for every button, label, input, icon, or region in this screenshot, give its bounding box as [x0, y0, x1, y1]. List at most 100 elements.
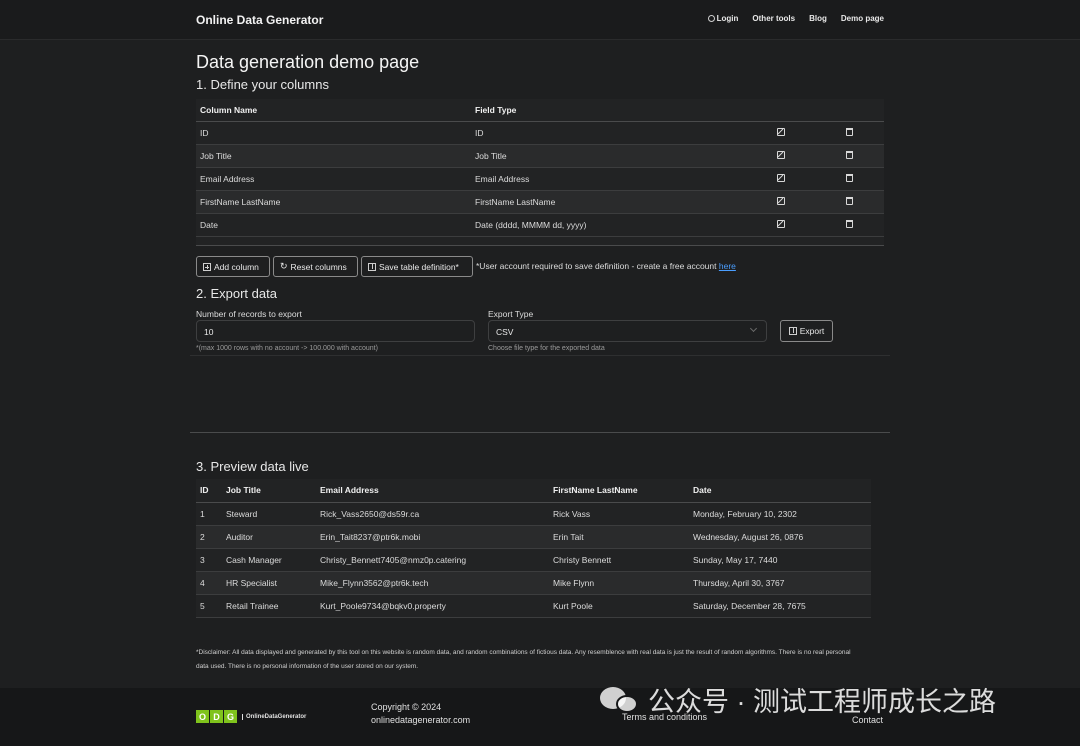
- reset-columns-button[interactable]: ↻ Reset columns: [273, 256, 358, 277]
- column-header-name: Column Name: [196, 99, 471, 122]
- field-type-cell: FirstName LastName: [471, 190, 746, 214]
- cell-email: Christy_Bennett7405@nmz0p.catering: [316, 548, 549, 572]
- field-type-cell: Email Address: [471, 167, 746, 191]
- edit-icon[interactable]: [776, 127, 785, 136]
- copyright-text: Copyright © 2024: [371, 702, 442, 712]
- table-footer-bar: [196, 237, 884, 246]
- cell-id: 5: [196, 594, 222, 618]
- trash-icon[interactable]: [846, 150, 853, 159]
- footer-domain: onlinedatagenerator.com: [371, 715, 471, 725]
- cell-name: Kurt Poole: [549, 594, 689, 618]
- export-button[interactable]: Export: [780, 320, 833, 342]
- table-row: 4 HR Specialist Mike_Flynn3562@ptr6k.tec…: [196, 571, 871, 595]
- cell-email: Erin_Tait8237@ptr6k.mobi: [316, 525, 549, 549]
- nav-demo-page[interactable]: Demo page: [841, 14, 884, 23]
- cell-id: 2: [196, 525, 222, 549]
- edit-icon[interactable]: [776, 173, 785, 182]
- export-type-label: Export Type: [488, 309, 534, 319]
- nav-other-tools[interactable]: Other tools: [752, 14, 795, 23]
- preview-header-email: Email Address: [316, 479, 549, 503]
- column-header-type: Field Type: [471, 99, 746, 122]
- records-count-input[interactable]: 10: [196, 320, 475, 342]
- nav-blog[interactable]: Blog: [809, 14, 827, 23]
- table-row: 1 Steward Rick_Vass2650@ds59r.ca Rick Va…: [196, 502, 871, 526]
- divider: [190, 355, 890, 356]
- save-definition-button[interactable]: Save table definition*: [361, 256, 473, 277]
- logo-letter: O: [196, 710, 209, 723]
- logo-text: OnlineDataGenerator: [242, 713, 306, 720]
- section-define-columns-title: 1. Define your columns: [196, 77, 329, 92]
- cell-name: Christy Bennett: [549, 548, 689, 572]
- nav-login[interactable]: Login: [707, 14, 739, 23]
- column-name-cell: ID: [196, 121, 471, 145]
- records-hint: *(max 1000 rows with no account -> 100.0…: [196, 345, 378, 352]
- cell-name: Rick Vass: [549, 502, 689, 526]
- section-export-title: 2. Export data: [196, 286, 277, 301]
- footer-copyright: Copyright © 2024 onlinedatagenerator.com: [371, 701, 470, 727]
- column-name-cell: Job Title: [196, 144, 471, 168]
- cell-email: Kurt_Poole9734@bqkv0.property: [316, 594, 549, 618]
- edit-icon[interactable]: [776, 219, 785, 228]
- cell-date: Wednesday, August 26, 0876: [689, 525, 871, 549]
- field-type-cell: Job Title: [471, 144, 746, 168]
- preview-header-id: ID: [196, 479, 222, 503]
- cell-job-title: Cash Manager: [222, 548, 316, 572]
- preview-header-job-title: Job Title: [222, 479, 316, 503]
- save-definition-label: Save table definition*: [379, 261, 459, 272]
- cell-job-title: Auditor: [222, 525, 316, 549]
- field-type-cell: ID: [471, 121, 746, 145]
- cell-date: Saturday, December 28, 7675: [689, 594, 871, 618]
- add-column-button[interactable]: Add column: [196, 256, 270, 277]
- divider: [190, 432, 890, 433]
- cell-date: Thursday, April 30, 3767: [689, 571, 871, 595]
- column-row: Job Title Job Title: [196, 144, 884, 168]
- cell-job-title: Retail Trainee: [222, 594, 316, 618]
- cell-name: Mike Flynn: [549, 571, 689, 595]
- save-icon: [368, 262, 376, 271]
- section-preview-title: 3. Preview data live: [196, 459, 309, 474]
- edit-icon[interactable]: [776, 150, 785, 159]
- add-column-label: Add column: [214, 261, 259, 272]
- account-note-text: *User account required to save definitio…: [476, 261, 717, 271]
- trash-icon[interactable]: [846, 196, 853, 205]
- export-type-hint: Choose file type for the exported data: [488, 345, 605, 352]
- nav-links: Login Other tools Blog Demo page: [707, 14, 884, 23]
- trash-icon[interactable]: [846, 219, 853, 228]
- column-row: FirstName LastName FirstName LastName: [196, 190, 884, 214]
- create-account-link[interactable]: here: [719, 261, 736, 271]
- download-icon: [788, 327, 797, 335]
- columns-table: Column Name Field Type ID ID Job Title J…: [196, 99, 884, 237]
- table-row: 5 Retail Trainee Kurt_Poole9734@bqkv0.pr…: [196, 594, 871, 618]
- records-label: Number of records to export: [196, 309, 302, 319]
- trash-icon[interactable]: [846, 173, 853, 182]
- cell-id: 1: [196, 502, 222, 526]
- cell-email: Mike_Flynn3562@ptr6k.tech: [316, 571, 549, 595]
- cell-id: 3: [196, 548, 222, 572]
- logo-letter: D: [210, 710, 223, 723]
- footer-logo[interactable]: O D G OnlineDataGenerator: [196, 710, 306, 723]
- nav-login-label: Login: [716, 14, 739, 23]
- logo-letter: G: [224, 710, 237, 723]
- edit-icon[interactable]: [776, 196, 785, 205]
- chevron-down-icon: [749, 324, 758, 333]
- column-row: Email Address Email Address: [196, 167, 884, 191]
- trash-icon[interactable]: [846, 127, 853, 136]
- cell-job-title: HR Specialist: [222, 571, 316, 595]
- column-row: Date Date (dddd, MMMM dd, yyyy): [196, 213, 884, 237]
- export-type-value: CSV: [496, 327, 514, 337]
- preview-table: ID Job Title Email Address FirstName Las…: [196, 479, 871, 618]
- brand-name[interactable]: Online Data Generator: [196, 13, 323, 27]
- table-row: 3 Cash Manager Christy_Bennett7405@nmz0p…: [196, 548, 871, 572]
- column-name-cell: Date: [196, 213, 471, 237]
- column-name-cell: FirstName LastName: [196, 190, 471, 214]
- column-row: ID ID: [196, 121, 884, 145]
- plus-square-icon: [203, 262, 211, 271]
- export-type-select[interactable]: CSV: [488, 320, 767, 342]
- cell-date: Sunday, May 17, 7440: [689, 548, 871, 572]
- disclaimer-text: *Disclaimer: All data displayed and gene…: [196, 649, 851, 670]
- user-icon: [707, 15, 715, 22]
- preview-header-date: Date: [689, 479, 871, 503]
- account-note: *User account required to save definitio…: [476, 261, 736, 271]
- table-row: 2 Auditor Erin_Tait8237@ptr6k.mobi Erin …: [196, 525, 871, 549]
- reset-columns-label: Reset columns: [290, 261, 347, 272]
